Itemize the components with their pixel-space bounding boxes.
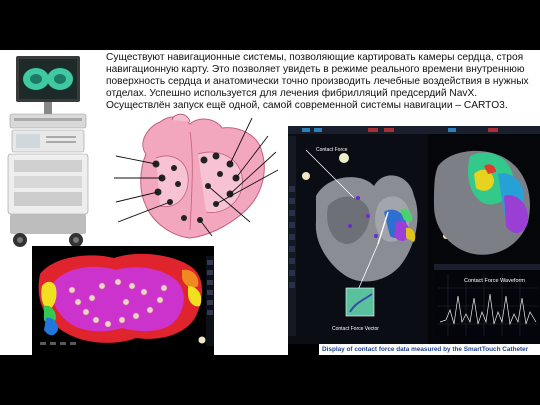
contact-force-label: Contact Force xyxy=(316,147,348,153)
contact-force-vector-label: Contact Force Vector xyxy=(332,326,379,332)
contact-force-panel: Contact Force Contact Force Vector Conta… xyxy=(288,126,540,355)
contact-force-image xyxy=(288,126,540,344)
slide: Существуют навигационные системы, позвол… xyxy=(0,0,540,405)
contact-force-waveform-title: Contact Force Waveform xyxy=(464,278,525,284)
heart-anatomy-diagram xyxy=(114,113,279,239)
electroanatomical-map-panel xyxy=(32,246,214,355)
smarttouch-caption: Display of contact force data measured b… xyxy=(319,344,540,355)
navigation-system-cart-image xyxy=(7,56,89,247)
body-paragraph: Существуют навигационные системы, позвол… xyxy=(106,52,529,112)
electroanatomical-map-image xyxy=(32,246,214,355)
